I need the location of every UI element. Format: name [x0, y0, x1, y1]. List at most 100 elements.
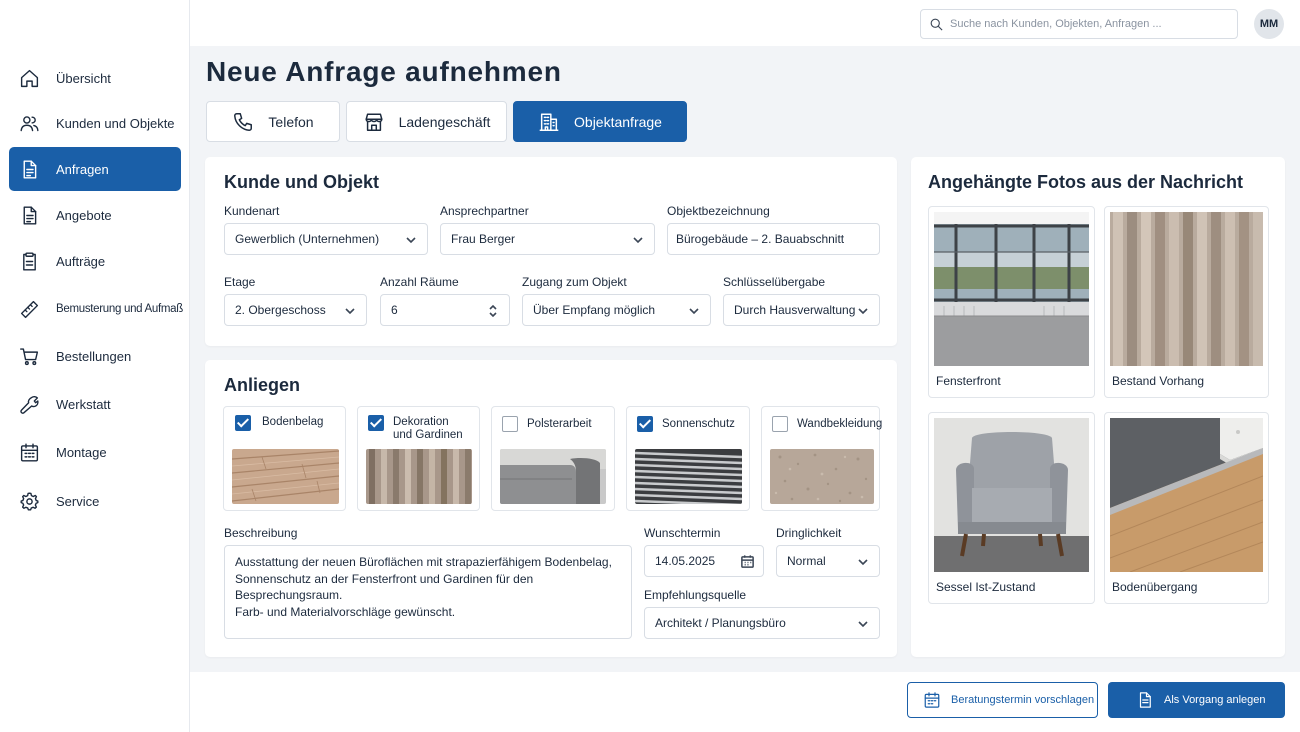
raeume-label: Anzahl Räume — [380, 275, 459, 289]
empfehlung-label: Empfehlungsquelle — [644, 588, 747, 602]
beschreibung-label: Beschreibung — [224, 526, 298, 540]
photo-bodenuebergang[interactable]: Bodenübergang — [1104, 412, 1269, 604]
wunschtermin-value: 14.05.2025 — [655, 554, 716, 568]
document-icon — [23, 159, 37, 179]
beratungstermin-button[interactable]: Beratungstermin vorschlagen — [907, 682, 1098, 718]
tab-label: Ladengeschäft — [398, 113, 491, 130]
sidebar-item-label: Übersicht — [56, 70, 111, 86]
tab-objektanfrage[interactable]: Objektanfrage — [513, 101, 687, 142]
button-label: Als Vorgang anlegen — [1164, 694, 1266, 706]
sidebar-item-angebote[interactable]: Angebote — [9, 193, 181, 237]
sidebar-item-montage[interactable]: Montage — [9, 430, 181, 474]
option-label: Bodenbelag — [262, 416, 324, 428]
kundenart-select[interactable]: Gewerblich (Unternehmen) — [224, 223, 428, 255]
photo-sessel[interactable]: Sessel Ist-Zustand — [928, 412, 1095, 604]
anliegen-option-wandbekleidung[interactable]: Wandbekleidung — [761, 406, 882, 511]
search-input[interactable] — [950, 18, 1230, 30]
sidebar-item-label: Montage — [56, 444, 107, 460]
button-label: Beratungstermin vorschlagen — [951, 694, 1095, 706]
objektbezeichnung-value: Bürogebäude – 2. Bauabschnitt — [676, 232, 845, 246]
calendar-icon[interactable] — [740, 554, 755, 569]
raeume-stepper[interactable]: 6 — [380, 294, 510, 326]
calendar-icon — [20, 442, 39, 462]
anliegen-option-dekoration[interactable]: Dekoration und Gardinen — [357, 406, 480, 511]
sidebar-item-bestellungen[interactable]: Bestellungen — [9, 334, 181, 378]
tab-ladengeschaeft[interactable]: Ladengeschäft — [346, 101, 507, 142]
sidebar-item-auftraege[interactable]: Aufträge — [9, 239, 181, 283]
beschreibung-line: Sonnenschutz an der Fensterfront und Gar… — [235, 571, 534, 603]
sidebar-item-bemusterung[interactable]: Bemusterung und Aufmaß — [9, 287, 183, 331]
chevron-down-icon — [857, 556, 869, 568]
sidebar-item-label: Werkstatt — [56, 396, 111, 412]
ansprechpartner-value: Frau Berger — [451, 232, 516, 246]
schluessel-select[interactable]: Durch Hausverwaltung — [723, 294, 880, 326]
sidebar-item-anfragen[interactable]: Anfragen — [9, 147, 181, 191]
checkbox-bodenbelag[interactable] — [235, 415, 251, 431]
dringlichkeit-select[interactable]: Normal — [776, 545, 880, 577]
option-label-line1: Dekoration — [393, 416, 449, 428]
chevron-down-icon — [344, 305, 356, 317]
dringlichkeit-label: Dringlichkeit — [776, 526, 842, 540]
curtain-thumbnail — [366, 449, 472, 504]
avatar[interactable]: MM — [1254, 9, 1284, 39]
empfehlung-value: Architekt / Planungsbüro — [655, 616, 786, 630]
stepper-arrows-icon[interactable] — [487, 303, 499, 319]
zugang-select[interactable]: Über Empfang möglich — [522, 294, 711, 326]
photo-bestand-vorhang[interactable]: Bestand Vorhang — [1104, 206, 1269, 398]
option-label: Polsterarbeit — [527, 418, 592, 430]
schluessel-value: Durch Hausverwaltung — [734, 303, 856, 317]
anliegen-option-sonnenschutz[interactable]: Sonnenschutz — [626, 406, 750, 511]
anliegen-option-polsterarbeit[interactable]: Polsterarbeit — [491, 406, 615, 511]
tab-telefon[interactable]: Telefon — [206, 101, 340, 142]
sidebar-item-uebersicht[interactable]: Übersicht — [9, 56, 181, 100]
store-icon — [365, 112, 383, 131]
sidebar-item-werkstatt[interactable]: Werkstatt — [9, 382, 181, 426]
floor-transition-image — [1110, 418, 1263, 572]
wunschtermin-input[interactable]: 14.05.2025 — [644, 545, 764, 577]
option-label: Sonnenschutz — [662, 418, 735, 430]
anliegen-title: Anliegen — [224, 375, 301, 395]
armchair-image — [934, 418, 1089, 572]
anliegen-option-bodenbelag[interactable]: Bodenbelag — [223, 406, 346, 511]
als-vorgang-anlegen-button[interactable]: Als Vorgang anlegen — [1108, 682, 1285, 718]
beschreibung-line: Ausstattung der neuen Büroflächen mit st… — [235, 555, 612, 569]
wall-texture-thumbnail — [770, 449, 874, 504]
option-label-line2: und Gardinen — [393, 429, 463, 441]
objektbezeichnung-input[interactable]: Bürogebäude – 2. Bauabschnitt — [667, 223, 880, 255]
photo-fensterfront[interactable]: Fensterfront — [928, 206, 1095, 398]
ansprechpartner-select[interactable]: Frau Berger — [440, 223, 655, 255]
beschreibung-textarea[interactable]: Ausstattung der neuen Büroflächen mit st… — [224, 545, 632, 639]
search-icon — [930, 18, 943, 31]
kunde-objekt-title: Kunde und Objekt — [224, 172, 379, 192]
photo-caption: Fensterfront — [936, 374, 1001, 388]
etage-label: Etage — [224, 275, 256, 289]
office-window-image — [934, 212, 1089, 366]
objektbezeichnung-label: Objektbezeichnung — [667, 204, 770, 218]
etage-select[interactable]: 2. Obergeschoss — [224, 294, 367, 326]
sidebar-item-kunden[interactable]: Kunden und Objekte — [9, 101, 181, 145]
checkbox-polsterarbeit[interactable] — [502, 416, 518, 432]
empfehlung-select[interactable]: Architekt / Planungsbüro — [644, 607, 880, 639]
zugang-label: Zugang zum Objekt — [522, 275, 627, 289]
cart-icon — [20, 347, 39, 365]
search-box[interactable] — [920, 9, 1238, 39]
checkbox-sonnenschutz[interactable] — [637, 416, 653, 432]
sofa-thumbnail — [500, 449, 606, 504]
sidebar-item-service[interactable]: Service — [9, 479, 181, 523]
chevron-down-icon — [405, 234, 417, 246]
ruler-icon — [20, 300, 39, 318]
chevron-down-icon — [632, 234, 644, 246]
sidebar-item-label: Aufträge — [56, 253, 106, 269]
wrench-icon — [20, 395, 39, 414]
home-icon — [20, 69, 39, 87]
sidebar-item-label: Bestellungen — [56, 348, 132, 364]
sidebar-item-label: Anfragen — [56, 161, 109, 177]
beschreibung-line: Farb- und Materialvorschläge gewünscht. — [235, 604, 456, 619]
checkbox-wandbekleidung[interactable] — [772, 416, 788, 432]
building-icon — [539, 112, 559, 131]
phone-icon — [234, 112, 253, 131]
photo-caption: Bodenübergang — [1112, 580, 1198, 594]
zugang-value: Über Empfang möglich — [533, 303, 656, 317]
users-icon — [20, 115, 39, 131]
checkbox-dekoration[interactable] — [368, 415, 384, 431]
